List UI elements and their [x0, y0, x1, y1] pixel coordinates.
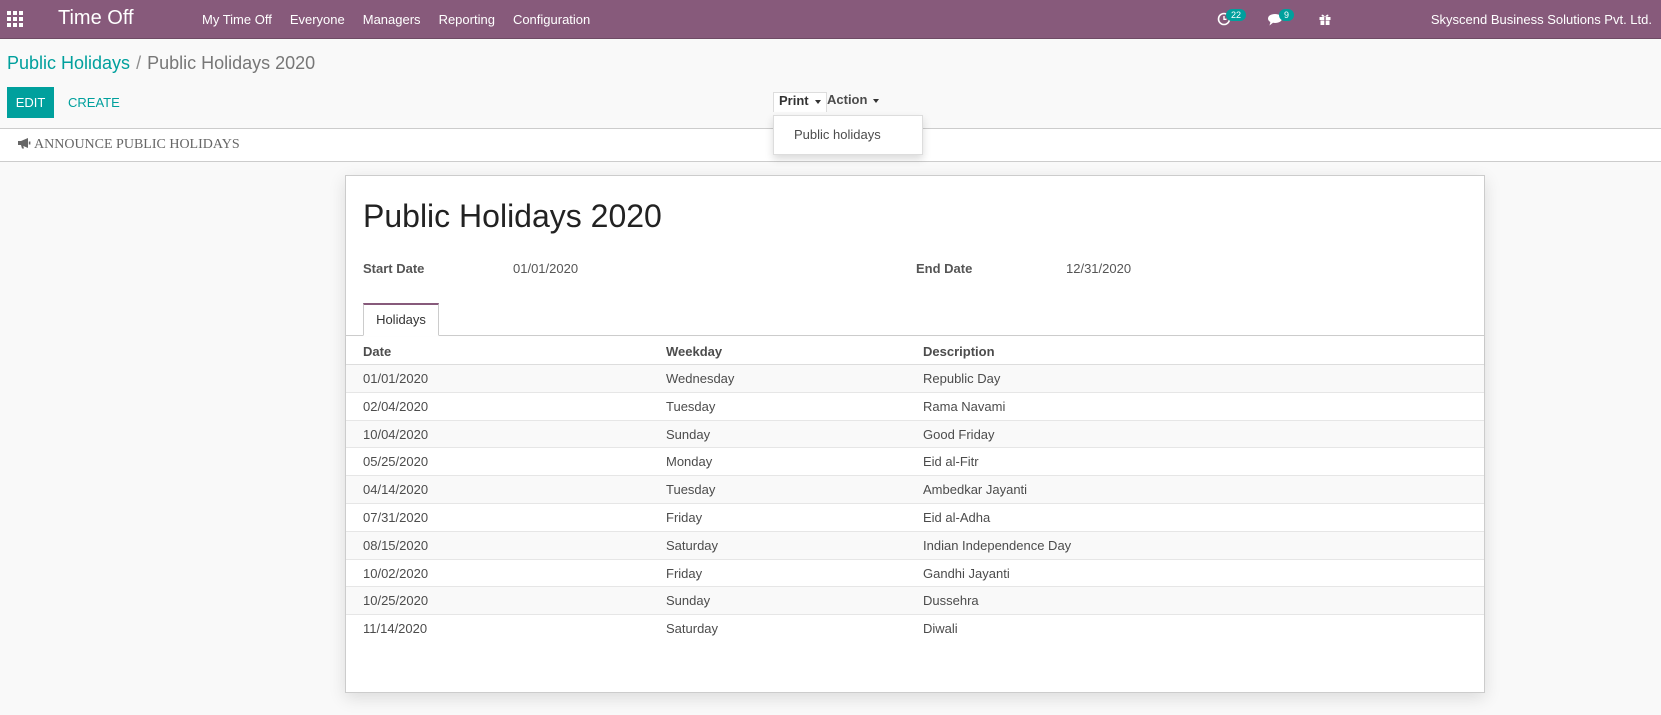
activity-menu[interactable]: 22	[1217, 0, 1253, 39]
cell-weekday: Friday	[666, 509, 703, 525]
menu-reporting[interactable]: Reporting	[430, 0, 504, 39]
top-navbar: Time Off My Time Off Everyone Managers R…	[0, 0, 1661, 39]
cell-date: 04/14/2020	[363, 482, 429, 498]
end-date-label: End Date	[916, 261, 973, 276]
caret-down-icon	[873, 98, 880, 103]
cell-description: Republic Day	[923, 371, 1001, 386]
cell-date: 01/01/2020	[363, 371, 429, 386]
systray: 22 9 Skyscend Business Solutions Pvt. Lt…	[1161, 0, 1661, 39]
cell-description: Diwali	[923, 621, 958, 637]
table-row[interactable]: 07/31/2020 Friday Eid al-Adha	[346, 504, 1484, 532]
cell-date: 08/15/2020	[363, 537, 429, 553]
menu-configuration[interactable]: Configuration	[504, 0, 599, 39]
cell-weekday: Tuesday	[666, 398, 716, 414]
cell-date: 11/14/2020	[363, 621, 428, 637]
cell-weekday: Sunday	[666, 593, 711, 609]
activity-count-badge: 22	[1226, 9, 1247, 21]
column-header-description[interactable]: Description	[923, 344, 995, 359]
form-sheet: Public Holidays 2020 Start Date 01/01/20…	[345, 175, 1485, 693]
menu-managers[interactable]: Managers	[354, 0, 430, 39]
edit-button[interactable]: EDIT	[7, 87, 54, 118]
start-date-value: 01/01/2020	[513, 261, 579, 276]
tab-holidays[interactable]: Holidays	[363, 303, 439, 336]
caret-down-icon	[814, 99, 821, 104]
cell-description: Rama Navami	[923, 398, 1006, 414]
cell-weekday: Wednesday	[666, 371, 735, 386]
cell-description: Dussehra	[923, 593, 979, 609]
cell-weekday: Tuesday	[666, 482, 716, 498]
breadcrumb-parent[interactable]: Public Holidays	[7, 53, 130, 73]
cell-description: Good Friday	[923, 426, 995, 442]
cell-weekday: Sunday	[666, 426, 711, 442]
cell-weekday: Saturday	[666, 621, 719, 637]
cell-description: Gandhi Jayanti	[923, 565, 1010, 581]
table-row[interactable]: 10/04/2020 Sunday Good Friday	[346, 420, 1484, 449]
cell-date: 10/04/2020	[363, 426, 429, 442]
cell-weekday: Monday	[666, 454, 713, 470]
record-title: Public Holidays 2020	[363, 198, 662, 234]
main-menu: My Time Off Everyone Managers Reporting …	[193, 0, 599, 39]
tab-divider	[346, 335, 1484, 336]
column-header-date[interactable]: Date	[363, 344, 391, 359]
table-row[interactable]: 01/01/2020 Wednesday Republic Day	[346, 365, 1484, 393]
table-row[interactable]: 02/04/2020 Tuesday Rama Navami	[346, 393, 1484, 421]
cell-description: Eid al-Fitr	[923, 454, 979, 470]
print-dropdown-toggle[interactable]: Print	[773, 92, 827, 112]
end-date-value: 12/31/2020	[1066, 261, 1132, 276]
menu-everyone[interactable]: Everyone	[281, 0, 354, 39]
holidays-table: Date Weekday Description 01/01/2020 Wedne…	[346, 337, 1484, 643]
gift-menu[interactable]	[1318, 0, 1334, 39]
megaphone-icon	[18, 138, 31, 149]
table-row[interactable]: 04/14/2020 Tuesday Ambedkar Jayanti	[346, 476, 1484, 504]
messages-count-badge: 9	[1279, 9, 1295, 21]
column-header-weekday[interactable]: Weekday	[666, 344, 722, 359]
cell-weekday: Friday	[666, 565, 703, 581]
cell-description: Indian Independence Day	[923, 537, 1072, 553]
table-row[interactable]: 10/02/2020 Friday Gandhi Jayanti	[346, 560, 1484, 588]
table-header: Date Weekday Description	[346, 337, 1484, 365]
cell-weekday: Saturday	[666, 537, 719, 553]
print-public-holidays-item[interactable]: Public holidays	[794, 127, 881, 142]
table-body: 01/01/2020 Wednesday Republic Day 02/04/20…	[346, 365, 1484, 643]
start-date-label: Start Date	[363, 261, 425, 276]
table-row[interactable]: 11/14/2020 Saturday Diwali	[346, 615, 1484, 643]
print-dropdown-menu: Public holidays	[773, 115, 923, 155]
cell-description: Eid al-Adha	[923, 509, 991, 525]
print-label: Print	[779, 93, 809, 108]
announce-public-holidays-button[interactable]: ANNOUNCE PUBLIC HOLIDAYS	[17, 137, 240, 153]
breadcrumb: Public Holidays / Public Holidays 2020	[7, 53, 315, 74]
menu-my-time-off[interactable]: My Time Off	[193, 0, 281, 39]
breadcrumb-separator: /	[136, 53, 142, 73]
cell-description: Ambedkar Jayanti	[923, 482, 1028, 498]
breadcrumb-current: Public Holidays 2020	[147, 53, 316, 73]
create-button[interactable]: CREATE	[62, 87, 126, 118]
cell-date: 07/31/2020	[363, 509, 429, 525]
table-row[interactable]: 05/25/2020 Monday Eid al-Fitr	[346, 448, 1484, 477]
app-title[interactable]: Time Off	[58, 7, 134, 30]
table-row[interactable]: 08/15/2020 Saturday Indian Independence Da…	[346, 531, 1484, 560]
company-switcher[interactable]: Skyscend Business Solutions Pvt. Ltd.	[1431, 12, 1652, 27]
cell-date: 02/04/2020	[363, 398, 429, 414]
table-row[interactable]: 10/25/2020 Sunday Dussehra	[346, 587, 1484, 616]
action-dropdown-toggle[interactable]: Action	[827, 92, 880, 112]
announce-label: ANNOUNCE PUBLIC HOLIDAYS	[34, 137, 240, 152]
cell-date: 10/25/2020	[363, 593, 429, 609]
messaging-menu[interactable]: 9	[1267, 0, 1301, 39]
cell-date: 05/25/2020	[363, 454, 429, 470]
cell-date: 10/02/2020	[363, 565, 429, 581]
action-label: Action	[827, 92, 868, 107]
gift-icon	[1319, 14, 1331, 25]
apps-grid-icon[interactable]	[7, 11, 25, 27]
